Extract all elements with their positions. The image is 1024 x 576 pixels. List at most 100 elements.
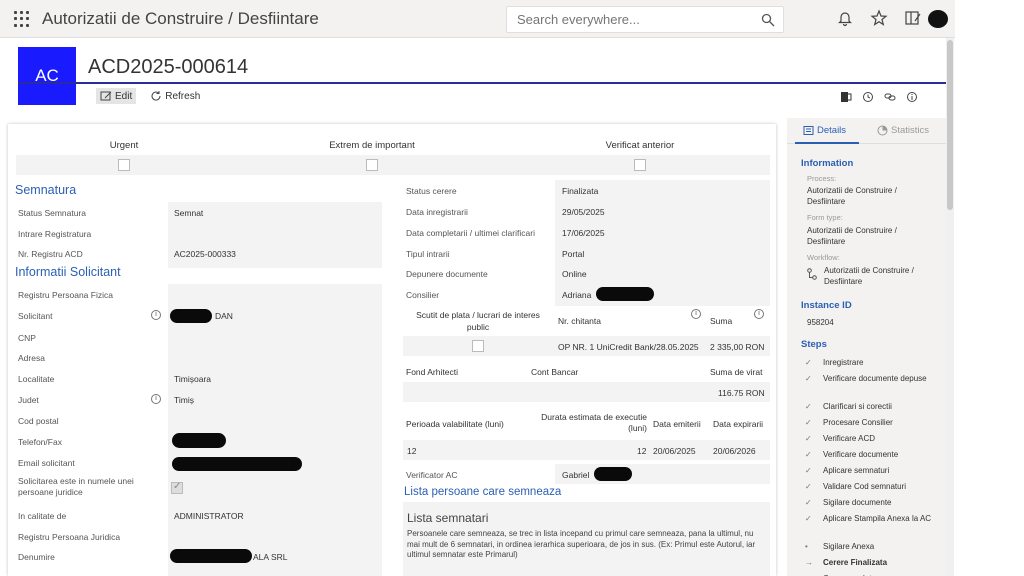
telefon-label: Telefon/Fax	[18, 437, 62, 447]
record-id: ACD2025-000614	[88, 56, 249, 78]
step-item: ✓ Inregistrare	[805, 358, 943, 368]
arrow-right-icon: →	[805, 558, 813, 567]
step-item: ✓ Verificare documente depuse	[805, 374, 943, 384]
redacted-company	[170, 549, 252, 563]
page-scrollbar[interactable]	[946, 38, 954, 576]
data-inregistrarii-value[interactable]: 29/05/2025	[562, 207, 605, 217]
semnatura-title: Semnatura	[15, 183, 77, 197]
refresh-button[interactable]: Refresh	[146, 88, 204, 104]
solicitant-info-icon[interactable]: i	[151, 310, 161, 320]
status-semnatura-value[interactable]: Semnat	[174, 208, 203, 218]
step-item: ✓ Clarificari si corectii	[805, 402, 943, 412]
search-icon[interactable]	[761, 13, 775, 27]
form-type-label: Form type:	[807, 213, 843, 222]
data-emiterii-value[interactable]: 20/06/2025	[653, 446, 696, 456]
chitanta-info-icon[interactable]: i	[691, 309, 701, 319]
cod-postal-label: Cod postal	[18, 416, 59, 426]
verificator-value[interactable]: Gabriel	[562, 470, 589, 480]
history-icon[interactable]	[862, 91, 874, 103]
info-icon[interactable]	[906, 91, 918, 103]
tab-details[interactable]: Details	[803, 125, 846, 136]
header-divider	[18, 82, 946, 84]
judet-info-icon[interactable]: i	[151, 394, 161, 404]
cont-label: Cont Bancar	[531, 367, 579, 377]
check-icon: ✓	[805, 498, 812, 507]
workflow-label: Workflow:	[807, 253, 840, 262]
step-item: ✓ Verificare ACD	[805, 434, 943, 444]
data-completarii-value[interactable]: 17/06/2025	[562, 228, 605, 238]
star-icon[interactable]	[870, 9, 888, 27]
data-completarii-label: Data completarii / ultimei clarificari	[406, 228, 535, 238]
important-checkbox[interactable]	[366, 159, 378, 171]
steps-title: Steps	[801, 339, 827, 350]
avatar[interactable]	[928, 10, 948, 28]
lista-semnatari-title: Lista semnatari	[407, 511, 489, 525]
data-expirarii-label: Data expirarii	[713, 419, 764, 429]
scrollbar-thumb[interactable]	[947, 40, 953, 210]
instance-value: 958204	[807, 318, 834, 327]
tab-statistics-label: Statistics	[891, 125, 930, 136]
durata-label: Durata estimata de executie (luni)	[541, 412, 647, 433]
word-export-icon[interactable]	[840, 91, 852, 103]
suma-value[interactable]: 2 335,00 RON	[710, 342, 764, 352]
refresh-icon	[151, 91, 161, 101]
chitanta-label: Nr. chitanta	[558, 316, 601, 326]
edit-icon	[100, 91, 112, 101]
details-icon	[803, 126, 814, 135]
durata-value[interactable]: 12	[637, 446, 646, 456]
tipul-intrarii-value[interactable]: Portal	[562, 249, 584, 259]
check-icon: ✓	[805, 434, 812, 443]
redacted-phone	[172, 433, 226, 448]
solicitant-title: Informatii Solicitant	[15, 265, 121, 279]
link-icon[interactable]	[884, 91, 896, 103]
denumire-value[interactable]: ALA SRL	[253, 552, 288, 562]
step-item: ✓ Procesare Consilier	[805, 418, 943, 428]
persoana-juridica-checkbox[interactable]	[171, 481, 183, 494]
status-cerere-value[interactable]: Finalizata	[562, 186, 598, 196]
depunere-value[interactable]: Online	[562, 269, 587, 279]
tab-statistics[interactable]: Statistics	[877, 125, 929, 136]
workflow-value[interactable]: Autorizatii de Construire / Desfiintare	[824, 265, 939, 287]
solicitant-value[interactable]: DAN	[215, 311, 233, 321]
panel-edit-icon[interactable]	[904, 9, 922, 27]
data-emiterii-label: Data emiterii	[653, 419, 701, 429]
intrare-registratura-label: Intrare Registratura	[18, 229, 92, 239]
tipul-intrarii-label: Tipul intrarii	[406, 249, 450, 259]
bell-icon[interactable]	[836, 9, 854, 27]
search-input[interactable]	[517, 12, 747, 27]
scutit-label: Scutit de plata / lucrari de interes pub…	[416, 310, 540, 332]
app-bar: Autorizatii de Construire / Desfiintare	[0, 0, 955, 38]
suma-info-icon[interactable]: i	[754, 309, 764, 319]
data-expirarii-value[interactable]: 20/06/2026	[713, 446, 756, 456]
email-label: Email solicitant	[18, 458, 75, 468]
top-icons	[836, 9, 922, 27]
suma-virat-value[interactable]: 116.75 RON	[718, 388, 765, 398]
nr-registru-value[interactable]: AC2025-000333	[174, 249, 236, 259]
step-label: Verificare documente	[823, 450, 899, 459]
status-cerere-label: Status cerere	[406, 186, 457, 196]
tab-details-label: Details	[817, 125, 847, 136]
step-label: Verificare documente depuse	[823, 374, 927, 383]
search-box[interactable]	[506, 6, 784, 33]
scutit-checkbox[interactable]	[472, 340, 484, 352]
details-panel: Details Statistics Information Process: …	[787, 118, 946, 576]
check-icon: ✓	[805, 514, 812, 523]
app-launcher-icon[interactable]	[14, 11, 30, 27]
check-icon: ✓	[805, 450, 812, 459]
verified-checkbox[interactable]	[634, 159, 646, 171]
edit-button[interactable]: Edit	[96, 88, 137, 104]
step-label: Aplicare semnaturi	[823, 466, 890, 475]
consilier-value[interactable]: Adriana	[562, 290, 591, 300]
redacted-verificator	[594, 467, 632, 481]
judet-value[interactable]: Timiș	[174, 395, 194, 405]
perioada-value[interactable]: 12	[407, 446, 416, 456]
check-icon: ✓	[805, 466, 812, 475]
urgent-checkbox[interactable]	[118, 159, 130, 171]
localitate-value[interactable]: Timișoara	[174, 374, 211, 384]
chitanta-value[interactable]: OP NR. 1 UniCredit Bank/28.05.2025	[558, 342, 699, 352]
calitate-value[interactable]: ADMINISTRATOR	[174, 511, 244, 521]
process-value: Autorizatii de Construire / Desfiintare	[807, 186, 897, 206]
urgent-label: Urgent	[109, 140, 139, 151]
step-label: Verificare ACD	[823, 434, 876, 443]
step-item: ✓ Sigilare documente	[805, 498, 943, 508]
